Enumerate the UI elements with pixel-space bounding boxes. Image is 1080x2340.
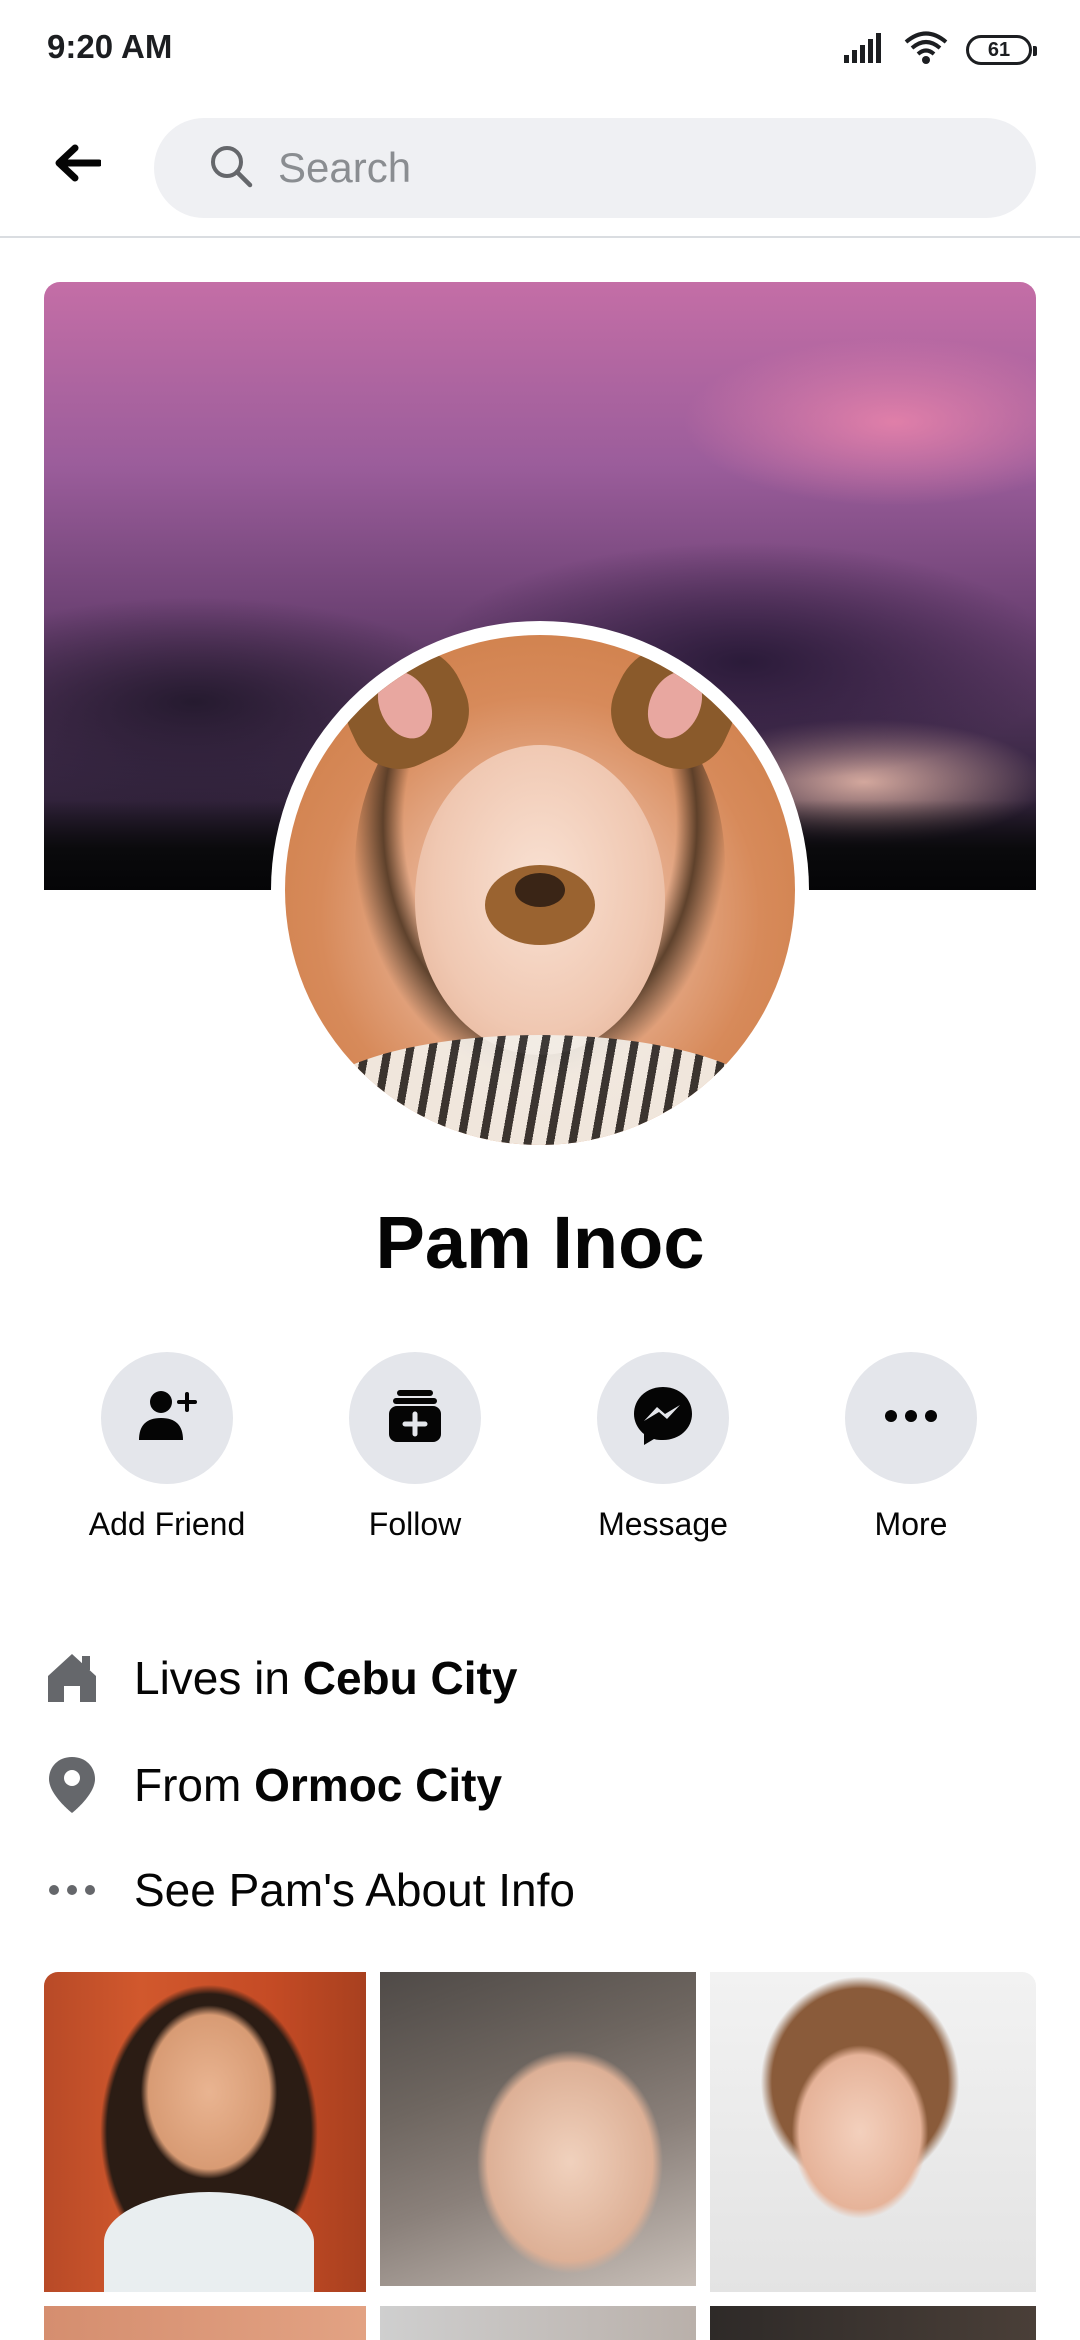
follow-button[interactable]: Follow <box>305 1352 525 1543</box>
status-bar: 9:20 AM 61 <box>0 0 1080 100</box>
back-button[interactable] <box>40 128 114 202</box>
more-dots-icon <box>44 1862 100 1918</box>
from-text: From Ormoc City <box>134 1758 502 1812</box>
avatar-shirt <box>305 1035 775 1145</box>
add-friend-label: Add Friend <box>88 1506 246 1542</box>
photo-thumbnail[interactable] <box>380 1972 696 2286</box>
add-friend-icon <box>135 1384 199 1453</box>
from-place[interactable]: Ormoc City <box>254 1759 502 1811</box>
photo-grid <box>44 1972 1036 2340</box>
status-time: 9:20 AM <box>47 28 173 65</box>
avatar[interactable] <box>285 635 795 1145</box>
add-friend-circle <box>101 1352 233 1484</box>
top-bar: Search <box>0 100 1080 238</box>
about-info-text: See Pam's About Info <box>134 1864 575 1916</box>
photo-thumbnail[interactable] <box>44 1972 366 2292</box>
profile-name: Pam Inoc <box>375 1201 705 1284</box>
search-placeholder: Search <box>278 144 412 191</box>
more-icon <box>883 1408 939 1429</box>
back-arrow-icon <box>53 143 103 188</box>
search-input[interactable]: Search <box>154 118 1036 218</box>
follow-circle <box>349 1352 481 1484</box>
location-pin-icon <box>44 1757 100 1813</box>
photo-thumbnail[interactable] <box>380 2306 696 2340</box>
follow-label: Follow <box>368 1506 462 1542</box>
wifi-icon <box>904 31 948 70</box>
profile-actions: Add Friend Follow Message More <box>0 1352 1080 1552</box>
photo-thumbnail[interactable] <box>44 2306 366 2340</box>
from-prefix: From <box>134 1759 255 1811</box>
photo-thumbnail[interactable] <box>710 1972 1036 2292</box>
message-circle <box>597 1352 729 1484</box>
signal-icon <box>844 32 886 68</box>
photo-thumbnail[interactable] <box>710 2306 1036 2340</box>
more-circle <box>845 1352 977 1484</box>
dog-nose <box>485 865 595 945</box>
lives-in-text: Lives in Cebu City <box>134 1651 517 1705</box>
follow-icon <box>383 1384 447 1453</box>
search-icon <box>208 143 254 194</box>
lives-in-row: Lives in Cebu City <box>44 1643 517 1713</box>
message-label: Message <box>598 1506 728 1542</box>
add-friend-button[interactable]: Add Friend <box>57 1352 277 1543</box>
from-row: From Ormoc City <box>44 1750 502 1820</box>
home-icon <box>44 1650 100 1706</box>
messenger-icon <box>630 1383 696 1454</box>
more-button[interactable]: More <box>801 1352 1021 1543</box>
battery-level: 61 <box>987 38 1011 61</box>
profile-screen: 9:20 AM 61 Search Pam Inoc Add Friend Fo… <box>0 0 1080 2340</box>
message-button[interactable]: Message <box>553 1352 773 1543</box>
lives-in-place[interactable]: Cebu City <box>303 1652 518 1704</box>
lives-in-prefix: Lives in <box>134 1652 303 1704</box>
more-label: More <box>874 1506 948 1542</box>
status-icons: 61 <box>844 30 1037 70</box>
battery-icon: 61 <box>966 35 1037 65</box>
about-info-row[interactable]: See Pam's About Info <box>44 1855 575 1925</box>
